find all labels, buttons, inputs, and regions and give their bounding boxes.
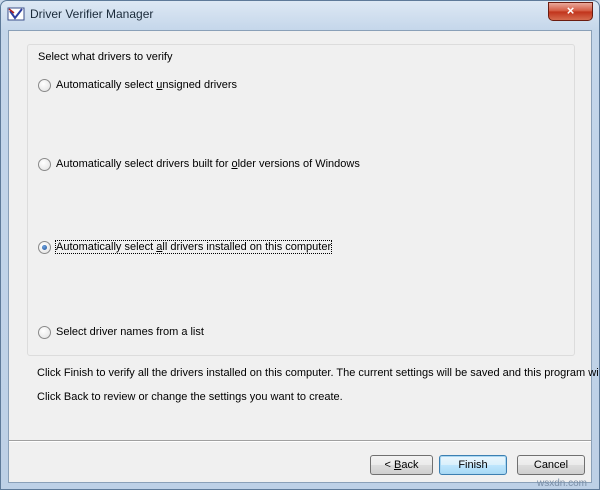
driver-selection-group: Select what drivers to verify Automatica… [27,44,575,356]
option-older-windows-drivers[interactable]: Automatically select drivers built for o… [38,156,360,172]
group-label: Select what drivers to verify [38,51,173,63]
option-label: Automatically select all drivers install… [54,240,333,254]
footer-separator [9,440,591,442]
close-icon: × [566,3,575,18]
back-button[interactable]: < Back [370,455,433,475]
info-back-text: Click Back to review or change the setti… [37,391,343,403]
radio-all-drivers[interactable] [38,240,51,254]
option-label: Automatically select unsigned drivers [56,79,237,91]
info-finish-text: Click Finish to verify all the drivers i… [37,367,600,379]
close-button[interactable]: × [548,2,593,21]
title-bar[interactable]: Driver Verifier Manager × [1,1,599,29]
cancel-button[interactable]: Cancel [517,455,585,475]
window-title: Driver Verifier Manager [30,7,154,21]
option-label: Automatically select drivers built for o… [56,158,360,170]
option-label: Select driver names from a list [56,326,204,338]
option-unsigned-drivers[interactable]: Automatically select unsigned drivers [38,77,237,93]
radio-older-windows[interactable] [38,157,51,171]
radio-unsigned[interactable] [38,78,51,92]
option-select-from-list[interactable]: Select driver names from a list [38,324,204,340]
dialog-client-area: Select what drivers to verify Automatica… [8,30,599,483]
radio-select-from-list[interactable] [38,325,51,339]
finish-button[interactable]: Finish [439,455,507,475]
option-all-drivers[interactable]: Automatically select all drivers install… [38,239,333,255]
dialog-window: Driver Verifier Manager × Select what dr… [0,0,600,490]
app-icon [7,7,25,21]
watermark: wsxdn.com [536,478,587,489]
